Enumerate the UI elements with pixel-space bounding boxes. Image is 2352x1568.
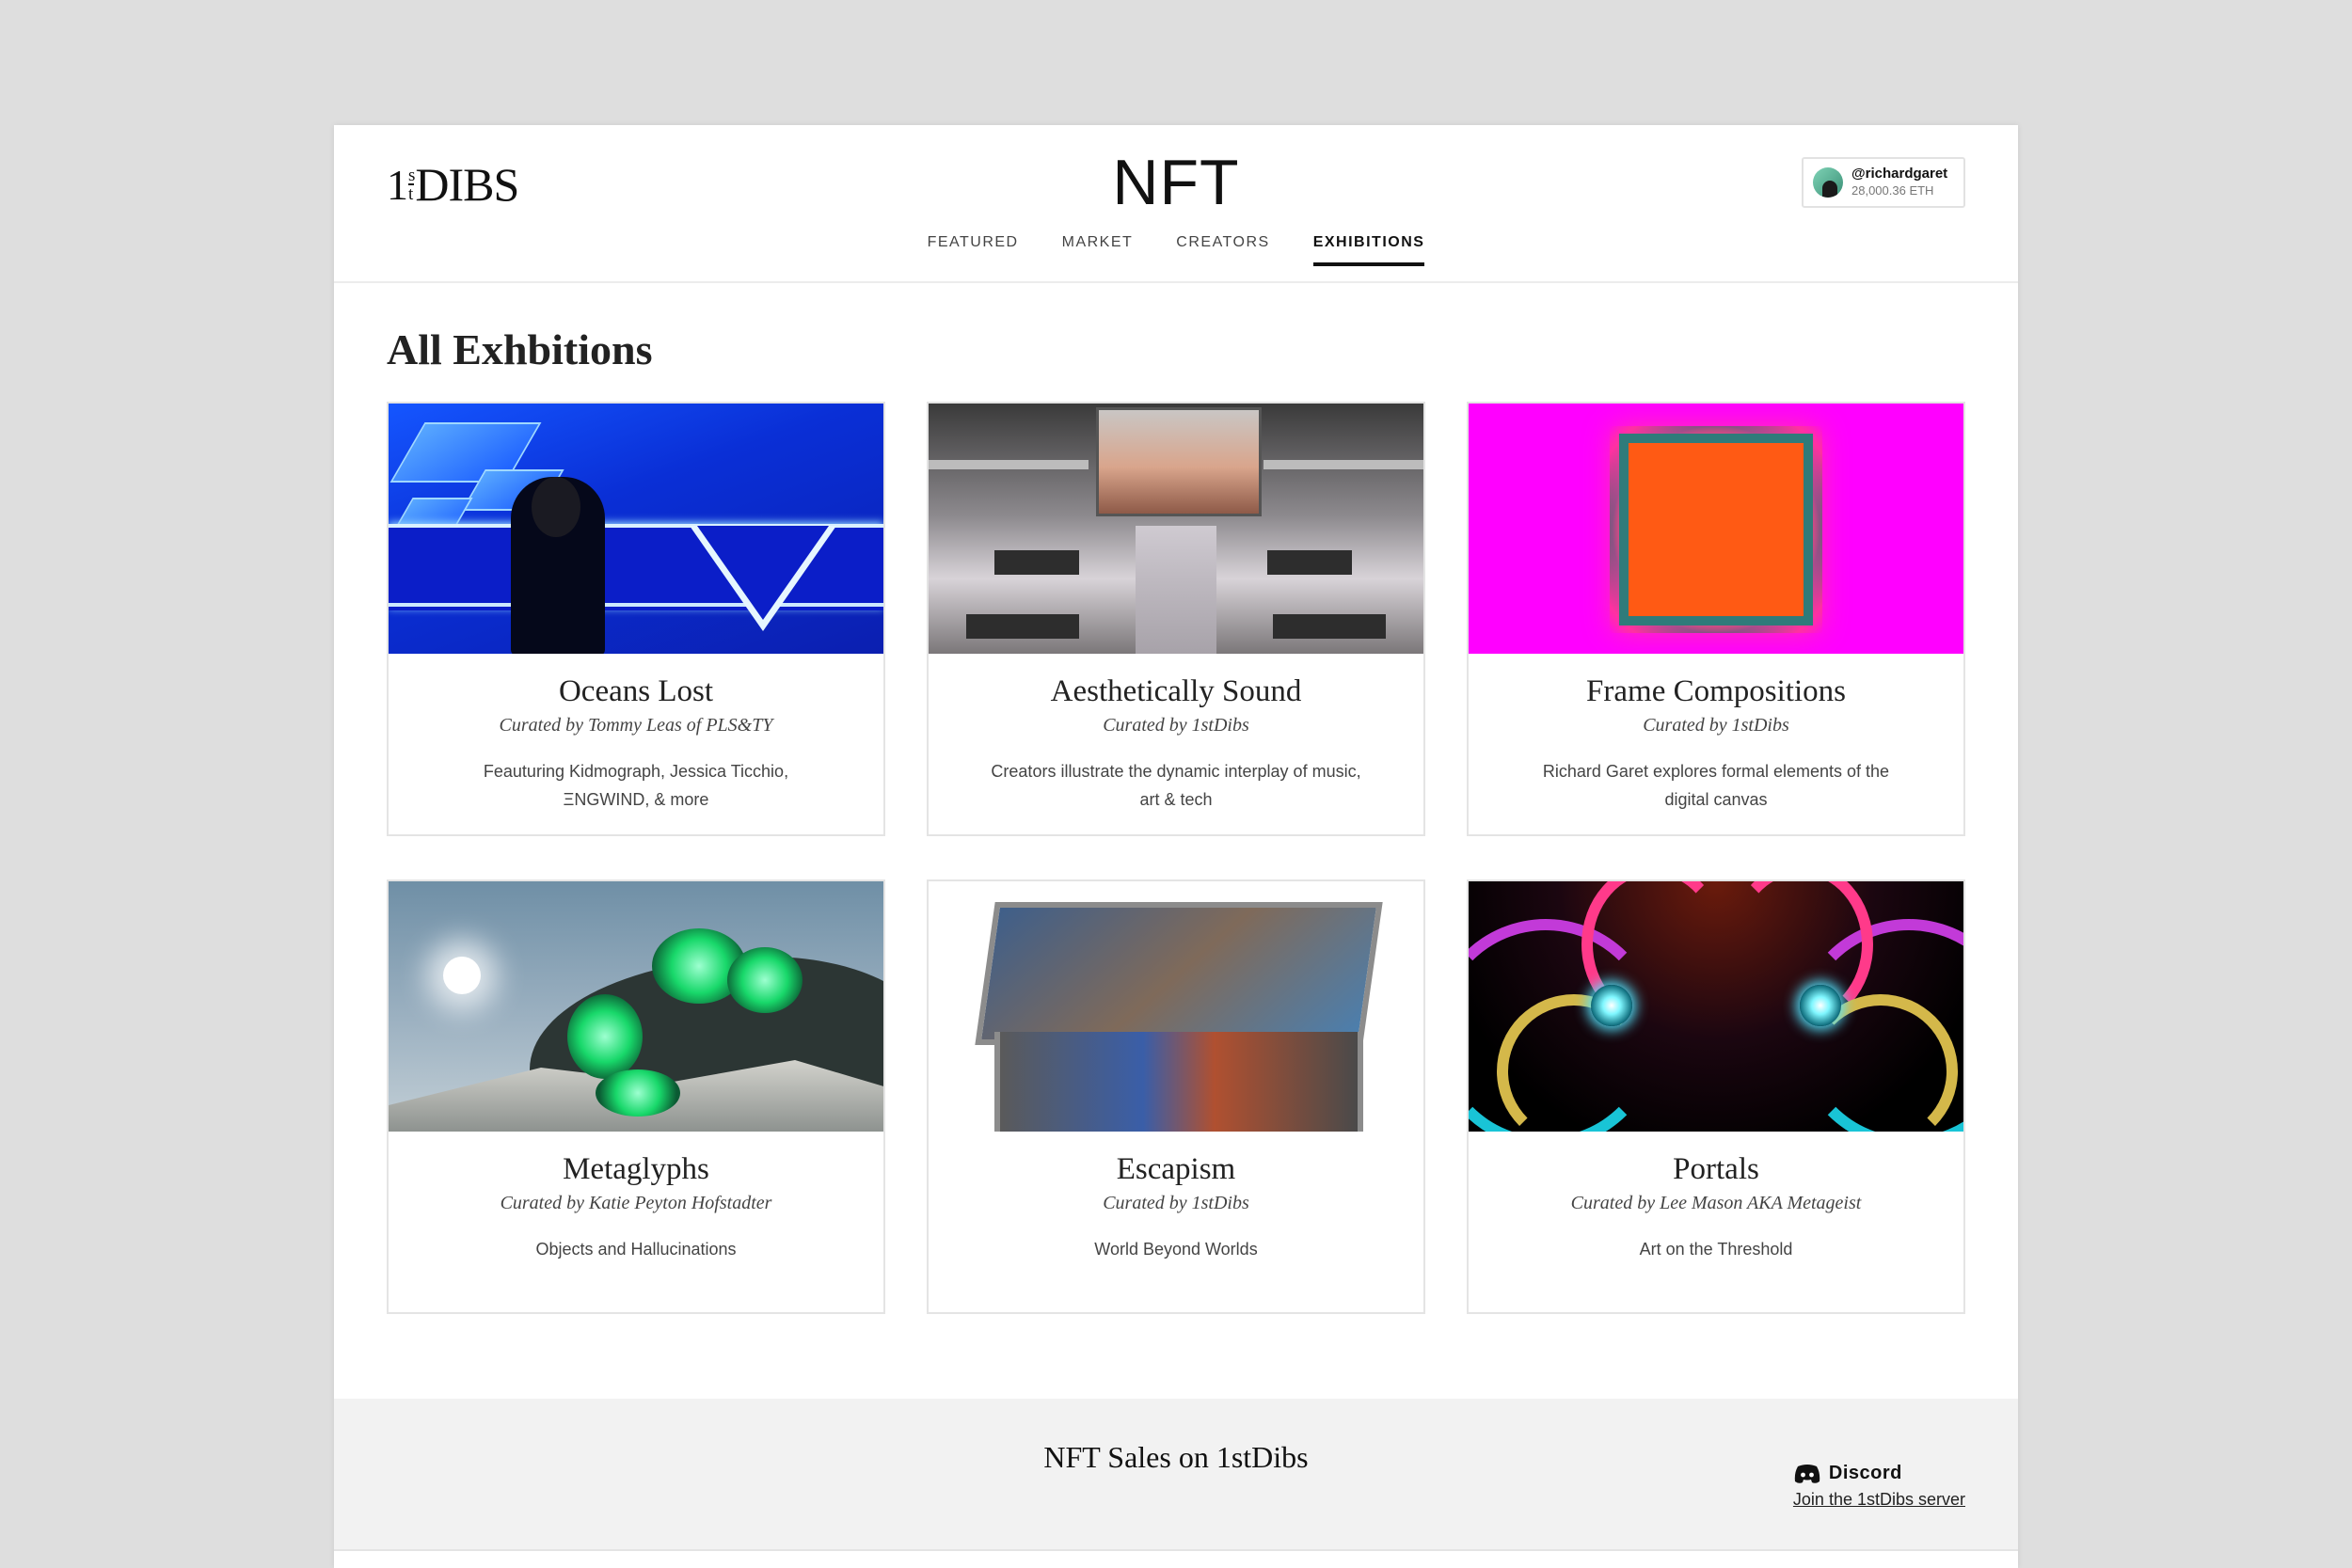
discord-join-link[interactable]: Join the 1stDibs server: [1793, 1490, 1965, 1510]
exhibition-card[interactable]: Portals Curated by Lee Mason AKA Metagei…: [1467, 879, 1965, 1314]
user-account-chip[interactable]: @richardgaret 28,000.36 ETH: [1802, 157, 1965, 208]
exhibition-curator: Curated by Katie Peyton Hofstadter: [500, 1193, 772, 1213]
tab-exhibitions[interactable]: EXHIBITIONS: [1312, 234, 1425, 266]
tab-creators[interactable]: CREATORS: [1176, 234, 1269, 264]
discord-link-block[interactable]: Discord Join the 1stDibs server: [1793, 1463, 1965, 1510]
tab-featured[interactable]: FEATURED: [928, 234, 1019, 264]
exhibition-title: Metaglyphs: [563, 1152, 709, 1186]
discord-label: Discord: [1828, 1463, 1902, 1483]
tab-market[interactable]: MARKET: [1062, 234, 1134, 264]
exhibition-curator: Curated by Tommy Leas of PLS&TY: [499, 715, 773, 736]
exhibition-curator: Curated by 1stDibs: [1643, 715, 1789, 736]
exhibition-image-oceans-lost: [389, 404, 883, 654]
exhibition-description: Richard Garet explores formal elements o…: [1542, 762, 1890, 809]
browser-window: 1 s t DIBS NFT FEATURED MARKET CREATORS …: [334, 125, 2018, 1568]
exhibition-card[interactable]: Metaglyphs Curated by Katie Peyton Hofst…: [387, 879, 885, 1314]
discord-icon: [1794, 1464, 1820, 1483]
main-nav: FEATURED MARKET CREATORS EXHIBITIONS: [334, 234, 2018, 266]
exhibition-title: Oceans Lost: [558, 674, 714, 708]
exhibition-title: Aesthetically Sound: [1050, 674, 1302, 708]
site-footer: NFT Sales on 1stDibs Discord Join the 1s…: [334, 1399, 2018, 1551]
user-balance: 28,000.36 ETH: [1851, 183, 1934, 198]
exhibition-card[interactable]: Aesthetically Sound Curated by 1stDibs C…: [927, 402, 1425, 836]
site-header: 1 s t DIBS NFT FEATURED MARKET CREATORS …: [334, 125, 2018, 283]
exhibition-description: Art on the Threshold: [1639, 1240, 1793, 1259]
page-title: All Exhbitions: [387, 325, 653, 373]
exhibition-description: Creators illustrate the dynamic interpla…: [991, 762, 1361, 809]
exhibition-description: Objects and Hallucinations: [535, 1240, 737, 1259]
footer-title: NFT Sales on 1stDibs: [1043, 1440, 1309, 1474]
exhibition-curator: Curated by 1stDibs: [1103, 715, 1249, 736]
exhibition-card[interactable]: Escapism Curated by 1stDibs World Beyond…: [927, 879, 1425, 1314]
site-title: NFT: [1112, 147, 1240, 218]
exhibition-description: Feauturing Kidmograph, Jessica Ticchio, …: [483, 762, 789, 809]
avatar: [1813, 167, 1843, 198]
exhibition-curator: Curated by Lee Mason AKA Metageist: [1570, 1193, 1862, 1213]
user-handle: @richardgaret: [1851, 166, 1948, 182]
exhibition-title: Portals: [1673, 1152, 1759, 1186]
exhibition-title: Frame Compositions: [1586, 674, 1846, 708]
exhibition-image-metaglyphs: [389, 881, 883, 1132]
user-text: @richardgaret 28,000.36 ETH: [1851, 166, 1947, 199]
exhibition-image-escapism: [929, 881, 1423, 1132]
exhibition-image-aesthetically-sound: [929, 404, 1423, 654]
exhibition-image-portals: [1469, 881, 1963, 1132]
exhibition-card[interactable]: Frame Compositions Curated by 1stDibs Ri…: [1467, 402, 1965, 836]
exhibition-curator: Curated by 1stDibs: [1103, 1193, 1249, 1213]
exhibition-card[interactable]: Oceans Lost Curated by Tommy Leas of PLS…: [387, 402, 885, 836]
exhibition-description: World Beyond Worlds: [1094, 1240, 1258, 1259]
discord-row: Discord: [1793, 1463, 1965, 1484]
exhibition-image-frame-compositions: [1469, 404, 1963, 654]
exhibition-title: Escapism: [1116, 1152, 1236, 1186]
exhibitions-grid: Oceans Lost Curated by Tommy Leas of PLS…: [387, 402, 1965, 1314]
